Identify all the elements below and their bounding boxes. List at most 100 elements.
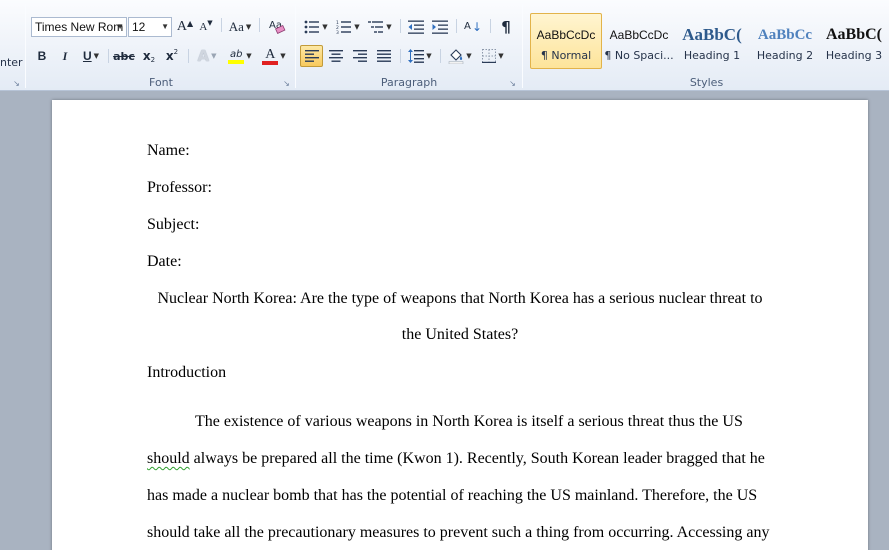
shrink-font-button[interactable]: A ▼ bbox=[196, 16, 216, 38]
style-name: Heading 2 bbox=[756, 49, 814, 62]
align-left-button[interactable] bbox=[300, 45, 323, 67]
separator bbox=[490, 19, 491, 33]
align-right-icon bbox=[352, 50, 367, 62]
align-right-button[interactable] bbox=[348, 45, 371, 67]
align-left-icon bbox=[304, 50, 319, 62]
sort-icon: A ↓ bbox=[463, 20, 483, 34]
strikethrough-icon: abc bbox=[113, 49, 135, 63]
font-dialog-launcher-icon[interactable]: ↘ bbox=[282, 79, 291, 88]
paragraph-dialog-launcher-icon[interactable]: ↘ bbox=[508, 79, 517, 88]
font-size-value: 12 bbox=[132, 20, 146, 34]
clear-formatting-button[interactable]: Aa bbox=[265, 15, 289, 37]
underline-icon: U bbox=[82, 49, 92, 63]
line-spacing-icon bbox=[408, 49, 425, 63]
pilcrow-icon: ¶ bbox=[501, 18, 511, 36]
highlight-button[interactable]: ab ▼ bbox=[224, 45, 256, 67]
show-formatting-marks-button[interactable]: ¶ bbox=[495, 16, 517, 38]
decrease-indent-button[interactable] bbox=[405, 16, 427, 38]
date-line[interactable]: Date: bbox=[147, 253, 182, 271]
numbering-button[interactable]: 1 2 3 ▼ bbox=[333, 16, 363, 38]
paragraph-line-4[interactable]: should take all the precautionary measur… bbox=[147, 524, 769, 542]
styles-group: AaBbCcDc ¶ Normal AaBbCcDc ¶ No Spaci...… bbox=[524, 0, 889, 91]
align-center-button[interactable] bbox=[324, 45, 347, 67]
style-no-spacing[interactable]: AaBbCcDc ¶ No Spaci... bbox=[603, 13, 675, 69]
paragraph-line-2[interactable]: should always be prepared all the time (… bbox=[147, 450, 765, 468]
separator bbox=[259, 18, 260, 32]
style-heading-2[interactable]: AaBbCc Heading 2 bbox=[749, 13, 821, 69]
subscript-button[interactable]: x2 bbox=[138, 45, 160, 67]
style-name: Heading 1 bbox=[683, 49, 741, 62]
grow-font-icon: A bbox=[176, 19, 187, 34]
italic-button[interactable]: I bbox=[54, 45, 76, 67]
justify-button[interactable] bbox=[372, 45, 395, 67]
style-sample: AaBbCcDc bbox=[536, 28, 596, 42]
subject-line[interactable]: Subject: bbox=[147, 216, 199, 234]
separator bbox=[400, 49, 401, 63]
clear-formatting-icon: Aa bbox=[269, 20, 286, 34]
paint-bucket-icon bbox=[449, 49, 464, 64]
svg-text:3: 3 bbox=[336, 30, 339, 34]
separator bbox=[456, 19, 457, 33]
change-case-button[interactable]: Aa ▼ bbox=[226, 16, 254, 38]
subscript-icon: x bbox=[142, 49, 151, 63]
superscript-button[interactable]: x2 bbox=[161, 45, 183, 67]
ribbon: nter ↘ Times New Rom ▼ 12 ▼ A ▲ A ▼ Aa ▼ Aa bbox=[0, 0, 889, 91]
chevron-down-icon[interactable]: ▼ bbox=[161, 18, 169, 36]
styles-group-label: Styles bbox=[689, 76, 724, 89]
professor-line[interactable]: Professor: bbox=[147, 179, 212, 197]
style-heading-1[interactable]: AaBbC( Heading 1 bbox=[676, 13, 748, 69]
paragraph-line-3[interactable]: has made a nuclear bomb that has the pot… bbox=[147, 487, 757, 505]
style-name: ¶ Normal bbox=[540, 49, 592, 62]
line-spacing-button[interactable]: ▼ bbox=[405, 45, 435, 67]
group-separator bbox=[522, 4, 523, 88]
separator bbox=[440, 49, 441, 63]
text-effects-icon: A bbox=[197, 47, 210, 65]
group-separator bbox=[25, 4, 26, 88]
justify-icon bbox=[376, 50, 391, 62]
clipboard-group: nter ↘ bbox=[0, 0, 24, 91]
sort-button[interactable]: A ↓ bbox=[461, 16, 485, 38]
font-name-combo[interactable]: Times New Rom ▼ bbox=[31, 17, 127, 37]
change-case-icon: Aa bbox=[228, 19, 244, 34]
font-color-icon: A bbox=[262, 47, 279, 65]
increase-indent-icon bbox=[432, 20, 448, 34]
paragraph-line-2-rest: always be prepared all the time (Kwon 1)… bbox=[189, 450, 765, 467]
style-heading-3[interactable]: AaBbC( Heading 3 bbox=[822, 13, 886, 69]
paragraph-group-label: Paragraph bbox=[380, 76, 438, 89]
introduction-heading[interactable]: Introduction bbox=[147, 364, 226, 382]
document-page[interactable]: Name: Professor: Subject: Date: Nuclear … bbox=[52, 100, 868, 550]
multilevel-list-button[interactable]: ▼ bbox=[365, 16, 395, 38]
style-sample: AaBbC( bbox=[825, 26, 882, 43]
multilevel-list-icon bbox=[368, 21, 384, 33]
document-area[interactable]: Name: Professor: Subject: Date: Nuclear … bbox=[0, 92, 889, 550]
font-color-button[interactable]: A ▼ bbox=[258, 45, 290, 67]
bold-button[interactable]: B bbox=[31, 45, 53, 67]
bullets-icon bbox=[304, 20, 320, 34]
title-line-2[interactable]: the United States? bbox=[52, 326, 868, 344]
name-line[interactable]: Name: bbox=[147, 142, 190, 160]
superscript-icon: x bbox=[165, 49, 174, 63]
highlight-icon: ab bbox=[228, 49, 245, 64]
group-separator bbox=[295, 4, 296, 88]
style-sample: AaBbCcDc bbox=[609, 28, 669, 42]
clipboard-dialog-launcher-icon[interactable]: ↘ bbox=[12, 79, 21, 88]
bullets-button[interactable]: ▼ bbox=[301, 16, 331, 38]
text-effects-button[interactable]: A ▼ bbox=[192, 45, 222, 67]
increase-indent-button[interactable] bbox=[429, 16, 451, 38]
shading-button[interactable]: ▼ bbox=[445, 45, 475, 67]
separator bbox=[221, 18, 222, 32]
style-normal[interactable]: AaBbCcDc ¶ Normal bbox=[530, 13, 602, 69]
borders-button[interactable]: ▼ bbox=[478, 45, 508, 67]
shrink-font-icon: A bbox=[199, 21, 208, 33]
grow-font-button[interactable]: A ▲ bbox=[175, 16, 195, 38]
font-size-combo[interactable]: 12 ▼ bbox=[128, 17, 172, 37]
separator bbox=[108, 49, 109, 63]
strikethrough-button[interactable]: abc bbox=[112, 45, 136, 67]
title-line-1[interactable]: Nuclear North Korea: Are the type of wea… bbox=[52, 290, 868, 308]
clipboard-format-painter-fragment[interactable]: nter bbox=[0, 56, 23, 69]
paragraph-line-1[interactable]: The existence of various weapons in Nort… bbox=[195, 413, 743, 431]
chevron-down-icon[interactable]: ▼ bbox=[116, 18, 124, 36]
underline-button[interactable]: U ▼ bbox=[77, 45, 105, 67]
borders-icon bbox=[482, 49, 497, 63]
grammar-flagged-word[interactable]: should bbox=[147, 450, 190, 467]
